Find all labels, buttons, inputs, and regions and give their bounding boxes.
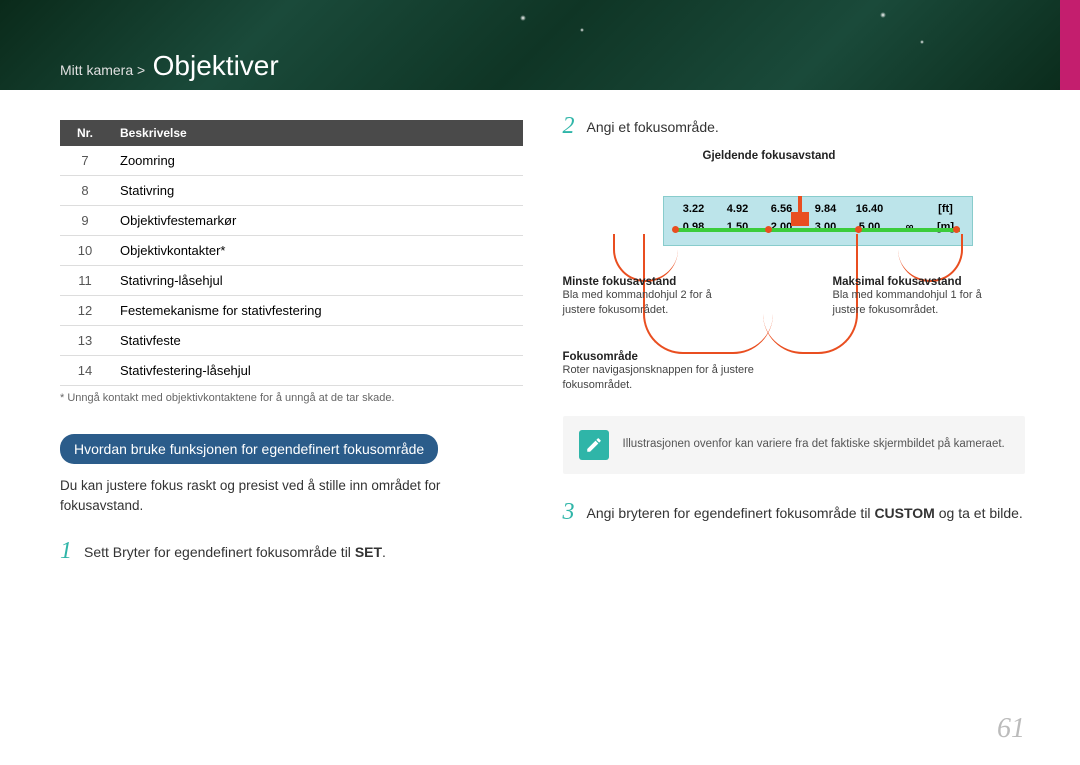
section-description: Du kan justere fokus raskt og presist ve… xyxy=(60,476,523,517)
step-number: 3 xyxy=(563,500,575,524)
section-title-badge: Hvordan bruke funksjonen for egendefiner… xyxy=(60,434,438,464)
current-marker xyxy=(791,212,809,226)
page-number: 61 xyxy=(997,713,1025,745)
table-row: 12Festemekanisme for stativfestering xyxy=(60,296,523,326)
page-title: Objektiver xyxy=(153,50,279,81)
page-header: Mitt kamera > Objektiver xyxy=(0,0,1080,90)
table-row: 13Stativfeste xyxy=(60,326,523,356)
table-row: 11Stativring-låsehjul xyxy=(60,266,523,296)
table-footnote: * Unngå kontakt med objektivkontaktene f… xyxy=(60,392,523,404)
step-2: 2 Angi et fokusområde. xyxy=(563,114,1026,138)
table-row: 9Objektivfestemarkør xyxy=(60,206,523,236)
max-distance-label: Maksimal fokusavstand Bla med kommandohj… xyxy=(833,276,1013,319)
th-desc: Beskrivelse xyxy=(110,120,523,146)
right-column: 2 Angi et fokusområde. Gjeldende fokusav… xyxy=(563,120,1026,563)
table-row: 8Stativring xyxy=(60,176,523,206)
focus-diagram: Gjeldende fokusavstand 3.224.926.569.841… xyxy=(563,156,1026,396)
step-3: 3 Angi bryteren for egendefinert fokusom… xyxy=(563,500,1026,524)
focus-range-label: Fokusområde Roter navigasjonsknappen for… xyxy=(563,351,823,394)
parts-table: Nr. Beskrivelse 7Zoomring8Stativring9Obj… xyxy=(60,120,523,386)
info-note: Illustrasjonen ovenfor kan variere fra d… xyxy=(563,416,1026,474)
step-text: Sett Bryter for egendefinert fokusområde… xyxy=(84,539,386,563)
table-row: 10Objektivkontakter* xyxy=(60,236,523,266)
table-row: 7Zoomring xyxy=(60,146,523,176)
table-row: 14Stativfestering-låsehjul xyxy=(60,356,523,386)
step-text: Angi bryteren for egendefinert fokusområ… xyxy=(587,500,1023,524)
left-column: Nr. Beskrivelse 7Zoomring8Stativring9Obj… xyxy=(60,120,523,563)
th-nr: Nr. xyxy=(60,120,110,146)
min-distance-label: Minste fokusavstand Bla med kommandohjul… xyxy=(563,276,733,319)
step-1: 1 Sett Bryter for egendefinert fokusområ… xyxy=(60,539,523,563)
pen-icon xyxy=(579,430,609,460)
breadcrumb-parent: Mitt kamera > xyxy=(60,62,145,78)
note-text: Illustrasjonen ovenfor kan variere fra d… xyxy=(623,436,1005,453)
step-number: 2 xyxy=(563,114,575,138)
current-distance-label: Gjeldende fokusavstand xyxy=(703,150,836,162)
step-number: 1 xyxy=(60,539,72,563)
step-text: Angi et fokusområde. xyxy=(587,114,719,138)
focus-track xyxy=(675,228,960,232)
